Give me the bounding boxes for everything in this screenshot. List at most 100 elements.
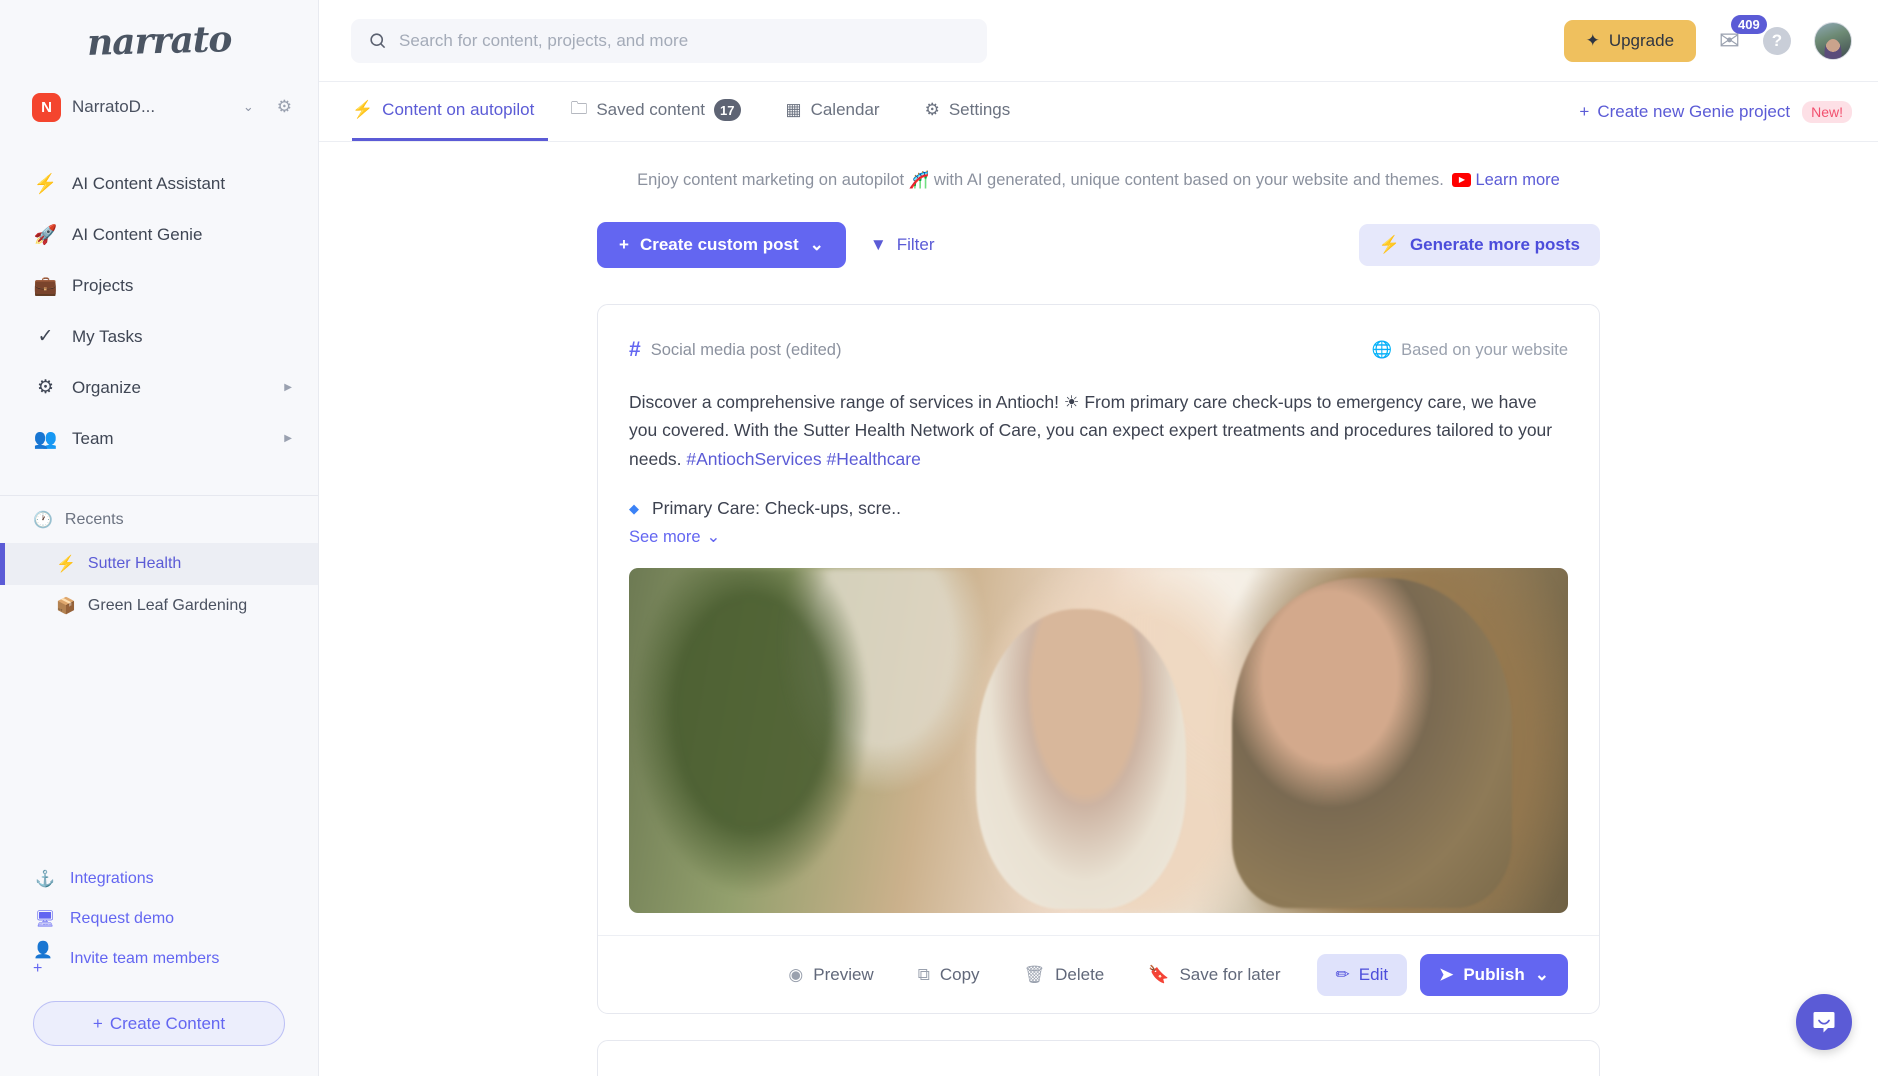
app-logo[interactable]: narrato (0, 0, 318, 82)
tab-label: Settings (948, 100, 1011, 119)
funnel-icon: ▼ (869, 235, 887, 254)
tab-label: Saved content (596, 100, 706, 119)
edit-button[interactable]: ✏ Edit (1316, 953, 1408, 996)
sidebar-item-request-demo[interactable]: 🖥 Request demo (0, 899, 318, 939)
chevron-down-icon: ⌄ (1534, 964, 1549, 984)
chevron-right-icon[interactable]: ▶ (284, 382, 292, 393)
saved-content-count-badge: 17 (714, 99, 741, 121)
sidebar-item-organize[interactable]: ⚙ Organize ▶ (0, 362, 318, 413)
recent-item-label: Green Leaf Gardening (87, 597, 248, 614)
anchor-icon: ⚓ (35, 871, 55, 888)
copy-label: Copy (939, 964, 980, 984)
sidebar-nav: ⚡ AI Content Assistant 🚀 AI Content Geni… (0, 158, 318, 464)
people-icon: 👥 (33, 428, 58, 450)
sidebar-item-projects[interactable]: 💼 Projects (0, 260, 318, 311)
tab-content-on-autopilot[interactable]: ⚡ Content on autopilot (352, 82, 549, 141)
bullet-icon: ◆ (629, 500, 639, 516)
recent-item-sutter-health[interactable]: ⚡ Sutter Health (0, 543, 318, 585)
chat-smile-icon (1813, 1012, 1835, 1033)
plus-icon: + (1579, 102, 1590, 121)
delete-button[interactable]: 🗑 Delete (1002, 965, 1127, 985)
chevron-down-icon[interactable]: ⌄ (243, 99, 254, 115)
banner-text-after: with AI generated, unique content based … (933, 171, 1444, 189)
autopilot-banner: Enjoy content marketing on autopilot 🎢 w… (319, 142, 1878, 190)
copy-button[interactable]: ⧉ Copy (896, 965, 1002, 985)
sidebar-item-ai-content-assistant[interactable]: ⚡ AI Content Assistant (0, 158, 318, 209)
upgrade-label: Upgrade (1608, 30, 1675, 50)
tab-settings[interactable]: ⚙ Settings (925, 82, 1034, 141)
tab-calendar[interactable]: ▦ Calendar (786, 82, 903, 141)
content-scroll-area: Enjoy content marketing on autopilot 🎢 w… (319, 142, 1878, 1076)
delete-label: Delete (1055, 964, 1105, 984)
logo-text: narrato (86, 18, 232, 64)
main-area: ✦ Upgrade ✉ 409 ? ⚡ Content on autopilot… (319, 0, 1878, 1076)
calendar-icon: ▦ (785, 100, 802, 119)
tab-bar: ⚡ Content on autopilot 🗀 Saved content 1… (319, 82, 1878, 142)
create-content-button[interactable]: + Create Content (33, 1001, 285, 1046)
post-card-footer: ◉ Preview ⧉ Copy 🗑 Delete 🔖 Save for lat… (598, 935, 1599, 1013)
see-more-button[interactable]: See more ⌄ (629, 527, 720, 547)
bookmark-icon: 🔖 (1148, 964, 1170, 984)
recent-item-green-leaf-gardening[interactable]: 📦 Green Leaf Gardening (0, 585, 318, 627)
sidebar-item-label: Integrations (70, 870, 154, 887)
publish-button[interactable]: ➤ Publish ⌄ (1420, 953, 1568, 996)
rollercoaster-icon: 🎢 (908, 171, 930, 189)
filter-button[interactable]: ▼ Filter (870, 235, 935, 255)
sidebar-item-label: Invite team members (70, 950, 220, 967)
post-bullet-text: Primary Care: Check-ups, scre.. (652, 498, 901, 519)
post-image-person-elderly (976, 609, 1187, 910)
sidebar-item-label: Projects (72, 275, 134, 295)
tab-saved-content[interactable]: 🗀 Saved content 17 (570, 82, 763, 141)
messages-count-badge: 409 (1731, 14, 1767, 35)
edit-label: Edit (1358, 964, 1389, 984)
gear-icon[interactable]: ⚙ (277, 97, 292, 117)
globe-icon: 🌐 (1371, 340, 1393, 359)
recents-label: Recents (64, 510, 124, 528)
chat-widget-button[interactable] (1796, 994, 1852, 1050)
workspace-switcher[interactable]: N NarratoD... ⌄ ⚙ (0, 82, 318, 132)
gear-icon: ⚙ (924, 100, 940, 119)
double-check-icon: ✓ (37, 326, 54, 347)
upgrade-button[interactable]: ✦ Upgrade (1563, 19, 1697, 62)
sidebar: narrato N NarratoD... ⌄ ⚙ ⚡ AI Content A… (0, 0, 319, 1076)
user-plus-icon: 👤+ (33, 942, 53, 977)
search-icon (368, 31, 387, 50)
save-for-later-label: Save for later (1179, 964, 1281, 984)
user-avatar[interactable] (1814, 21, 1852, 60)
app-root: narrato N NarratoD... ⌄ ⚙ ⚡ AI Content A… (0, 0, 1878, 1076)
search-input[interactable] (399, 30, 970, 51)
post-bullet-item: ◆ Primary Care: Check-ups, scre.. (629, 498, 1568, 519)
new-badge: New! (1802, 101, 1852, 123)
create-new-genie-project-link[interactable]: + Create new Genie project New! (1579, 101, 1852, 141)
help-icon[interactable]: ? (1763, 26, 1791, 55)
sidebar-item-invite-team-members[interactable]: 👤+ Invite team members (0, 939, 318, 979)
post-type-label: Social media post (edited) (650, 340, 842, 359)
sidebar-item-ai-content-genie[interactable]: 🚀 AI Content Genie (0, 209, 318, 260)
folder-icon: 🗀 (570, 98, 588, 118)
sidebar-footer: ⚓ Integrations 🖥 Request demo 👤+ Invite … (0, 859, 318, 1076)
sidebar-item-label: Team (72, 428, 114, 448)
eye-icon: ◉ (788, 964, 804, 984)
post-image (629, 568, 1568, 914)
create-custom-post-button[interactable]: + Create custom post ⌄ (597, 222, 846, 268)
preview-label: Preview (813, 964, 874, 984)
sparkle-icon: ✦ (1585, 30, 1600, 50)
preview-button[interactable]: ◉ Preview (766, 965, 895, 985)
save-for-later-button[interactable]: 🔖 Save for later (1126, 965, 1302, 985)
post-type: # Social media post (edited) (629, 338, 841, 362)
post-actions-row: + Create custom post ⌄ ▼ Filter ⚡ Genera… (597, 222, 1600, 268)
sidebar-item-my-tasks[interactable]: ✓ My Tasks (0, 311, 318, 362)
generate-more-posts-button[interactable]: ⚡ Generate more posts (1358, 224, 1600, 266)
search-box[interactable] (351, 18, 987, 63)
sidebar-item-integrations[interactable]: ⚓ Integrations (0, 859, 318, 899)
youtube-icon: ▶ (1452, 172, 1472, 187)
briefcase-icon: 💼 (33, 275, 58, 297)
tab-label: Content on autopilot (382, 100, 535, 119)
post-card-header: # Social media post (edited) 🌐 Based on … (629, 338, 1568, 362)
sidebar-item-team[interactable]: 👥 Team ▶ (0, 413, 318, 464)
messages-button[interactable]: ✉ 409 (1719, 14, 1767, 56)
sidebar-item-label: AI Content Assistant (72, 173, 226, 193)
plus-icon: + (92, 1013, 103, 1033)
chevron-right-icon[interactable]: ▶ (284, 433, 292, 444)
learn-more-link[interactable]: Learn more (1475, 171, 1559, 189)
